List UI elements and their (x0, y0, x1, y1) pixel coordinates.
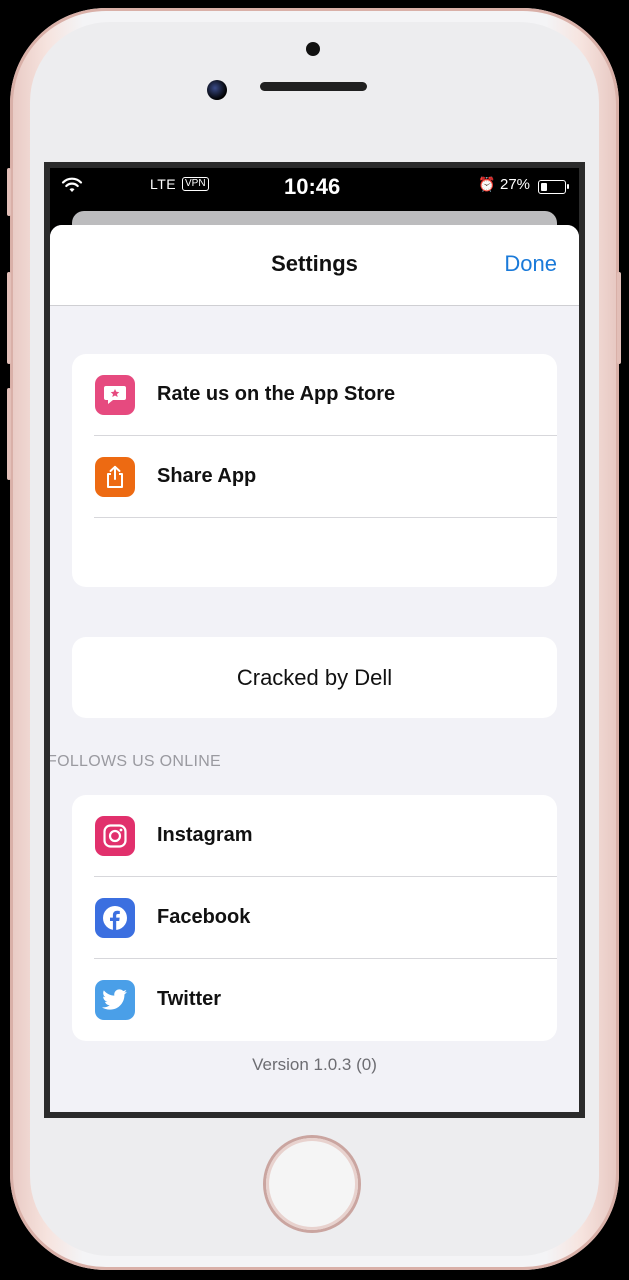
status-bar: LTE VPN 10:46 ⏰ 27% (50, 168, 579, 202)
app-actions-group: Rate us on the App Store Share App (72, 354, 557, 587)
twitter-icon (95, 980, 135, 1020)
star-bubble-icon (95, 375, 135, 415)
instagram-label: Instagram (157, 824, 253, 846)
instagram-icon (95, 816, 135, 856)
screen: LTE VPN 10:46 ⏰ 27% Settings Done Rate u… (44, 162, 585, 1118)
facebook-label: Facebook (157, 906, 251, 928)
rate-app-row[interactable]: Rate us on the App Store (72, 354, 557, 436)
front-camera (207, 80, 227, 100)
page-title: Settings (271, 251, 358, 276)
proximity-sensor (306, 42, 320, 56)
share-app-label: Share App (157, 465, 257, 487)
volume-down-button (7, 388, 11, 480)
wifi-icon (61, 177, 83, 192)
carrier-label: LTE (150, 176, 177, 192)
settings-sheet: Settings Done Rate us on the App Store S… (50, 225, 579, 1112)
power-button (617, 272, 621, 364)
version-label: Version 1.0.3 (0) (252, 1055, 377, 1074)
twitter-row[interactable]: Twitter (72, 959, 557, 1041)
share-app-row[interactable]: Share App (72, 436, 557, 518)
home-button[interactable] (266, 1138, 358, 1230)
vpn-badge: VPN (182, 177, 209, 191)
volume-up-button (7, 272, 11, 364)
facebook-icon (95, 898, 135, 938)
earpiece-speaker (260, 82, 367, 91)
share-icon (95, 457, 135, 497)
social-links-group: Instagram Facebook Twitter (72, 795, 557, 1041)
twitter-label: Twitter (157, 988, 222, 1010)
battery-percent: 27% (500, 176, 531, 193)
screen-content: LTE VPN 10:46 ⏰ 27% Settings Done Rate u… (50, 168, 579, 1112)
battery-icon (538, 180, 566, 194)
done-button[interactable]: Done (504, 251, 557, 277)
battery-cap (567, 184, 569, 189)
clock: 10:46 (284, 174, 341, 199)
social-section-header: FOLLOWS US ONLINE (50, 753, 222, 770)
alarm-icon: ⏰ (478, 176, 496, 192)
navigation-bar: Settings Done (50, 225, 579, 306)
mute-switch (7, 168, 11, 216)
cracked-banner[interactable]: Cracked by Dell (72, 637, 557, 718)
facebook-row[interactable]: Facebook (72, 877, 557, 959)
instagram-row[interactable]: Instagram (72, 795, 557, 877)
divider (94, 517, 557, 518)
rate-app-label: Rate us on the App Store (157, 383, 396, 405)
